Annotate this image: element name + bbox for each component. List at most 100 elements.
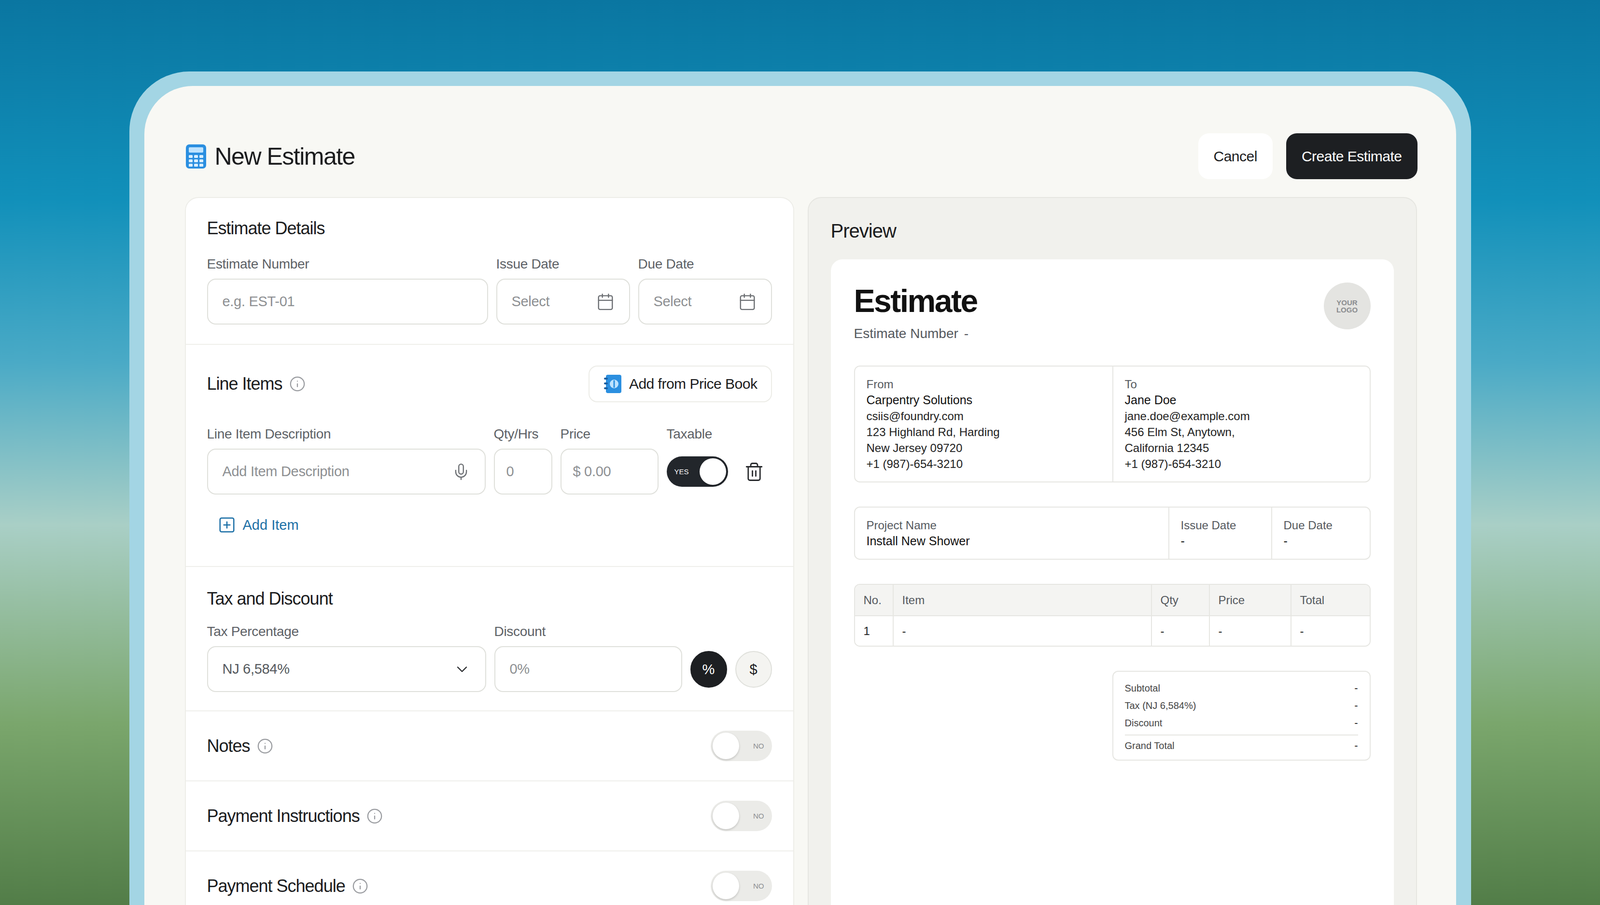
- header-cell: Price: [1208, 584, 1291, 616]
- total-value: -: [1354, 716, 1358, 730]
- column-label: Price: [560, 426, 659, 442]
- tax-select[interactable]: NJ 6,584%: [207, 645, 487, 692]
- section-title: Notes: [207, 735, 274, 757]
- taxable-toggle[interactable]: YES: [666, 456, 729, 487]
- totals-box: Subtotal-Tax (NJ 6,584%)-Discount-Grand …: [1112, 670, 1371, 761]
- total-row: Discount-: [1124, 714, 1359, 732]
- tax-discount-section: Tax and Discount Tax Percentage NJ 6,584% D…: [185, 566, 794, 712]
- total-row: Grand Total-: [1124, 734, 1359, 752]
- total-value: -: [1354, 739, 1358, 752]
- chevron-down-icon: [453, 660, 471, 678]
- meta-value: Install New Shower: [866, 533, 1157, 549]
- placeholder: 0%: [509, 660, 530, 677]
- field-label: Estimate Number: [207, 256, 489, 272]
- total-value: -: [1354, 681, 1358, 695]
- party-cell: FromCarpentry Solutionscsiis@foundry.com…: [855, 366, 1113, 482]
- items-table: No.ItemQtyPriceTotal1----: [854, 583, 1371, 647]
- calendar-icon: [738, 292, 757, 311]
- toggle-label: NO: [753, 741, 765, 750]
- table-cell: -: [892, 616, 1151, 646]
- party-label: To: [1124, 376, 1359, 393]
- party-line: California 12345: [1124, 439, 1359, 456]
- section-title: Payment Instructions: [207, 805, 383, 827]
- meta-label: Issue Date: [1180, 517, 1260, 534]
- toggle-knob: [712, 732, 740, 759]
- preview-title: Preview: [830, 220, 1394, 242]
- toggle-label: NO: [753, 881, 765, 890]
- placeholder: 0: [506, 463, 515, 480]
- placeholder: e.g. EST-01: [222, 293, 295, 310]
- header-cell: Qty: [1150, 584, 1209, 616]
- plus-icon: [217, 515, 237, 534]
- text-input[interactable]: e.g. EST-01: [207, 278, 489, 325]
- meta-value: -: [1283, 533, 1359, 549]
- party-line: 456 Elm St, Anytown,: [1124, 423, 1359, 440]
- qty-input[interactable]: 0: [493, 448, 553, 495]
- estimate-card: New Estimate Cancel Create Estimate Estimat…: [144, 85, 1457, 905]
- discount-unit-button[interactable]: $: [735, 650, 772, 688]
- info-icon[interactable]: [289, 375, 306, 393]
- price-book-button[interactable]: Add from Price Book: [588, 365, 772, 403]
- section-toggle[interactable]: NO: [710, 800, 772, 831]
- cancel-button[interactable]: Cancel: [1198, 133, 1273, 180]
- header-cell: Item: [892, 584, 1151, 616]
- form-field: Discount 0%: [494, 623, 683, 692]
- header-cell: No.: [855, 584, 893, 616]
- info-icon[interactable]: [366, 807, 383, 825]
- title: New Estimate: [184, 142, 355, 171]
- table-row: 1----: [855, 615, 1370, 646]
- logo-placeholder[interactable]: YOUR LOGO: [1323, 282, 1371, 330]
- column-label: Taxable: [666, 426, 729, 442]
- line-items-section: Line Items Add from Price Book Line Item D…: [185, 344, 794, 567]
- table-cell: 1: [855, 616, 893, 646]
- field-label: Due Date: [638, 256, 772, 272]
- date-picker[interactable]: Select: [496, 278, 631, 325]
- section-title: Tax and Discount: [207, 588, 333, 609]
- table-cell: -: [1208, 616, 1291, 646]
- document-heading: Estimate: [854, 282, 978, 320]
- table-cell: -: [1290, 616, 1370, 646]
- logo-text: YOUR LOGO: [1333, 298, 1361, 314]
- trash-icon[interactable]: [743, 461, 765, 482]
- main: Estimate DetailsEstimate Numbere.g. EST-…: [184, 196, 1418, 905]
- discount-input[interactable]: 0%: [494, 645, 683, 692]
- party-label: From: [866, 376, 1101, 393]
- total-row: Tax (NJ 6,584%)-: [1124, 696, 1359, 715]
- info-icon[interactable]: [256, 737, 274, 755]
- toggle-section: Payment Schedule NO: [185, 851, 794, 905]
- toggle-knob: [712, 802, 740, 829]
- create-button[interactable]: Create Estimate: [1286, 133, 1418, 180]
- date-picker[interactable]: Select: [638, 278, 772, 325]
- section-toggle[interactable]: NO: [710, 730, 772, 761]
- section-toggle[interactable]: NO: [710, 870, 772, 901]
- section-header: Line Items Add from Price Book: [207, 365, 772, 403]
- description-input[interactable]: Add Item Description: [207, 448, 486, 495]
- add-item-button[interactable]: Add Item: [217, 515, 299, 534]
- section-title: Payment Schedule: [207, 875, 369, 897]
- placeholder: Select: [653, 293, 692, 310]
- microphone-icon[interactable]: [451, 462, 471, 481]
- field-label: Issue Date: [496, 256, 631, 272]
- section-header: Payment Schedule NO: [207, 870, 772, 901]
- select-value: NJ 6,584%: [222, 660, 290, 677]
- section-header: Tax and Discount: [207, 588, 772, 610]
- price-input[interactable]: $ 0.00: [560, 448, 659, 495]
- form-panel: Estimate DetailsEstimate Numbere.g. EST-…: [184, 196, 795, 905]
- page-title: New Estimate: [214, 142, 355, 171]
- field-label: Tax Percentage: [207, 623, 487, 640]
- party-line: 123 Highland Rd, Harding: [866, 423, 1101, 440]
- section-title: Line Items: [207, 373, 306, 394]
- field-label: Discount: [494, 623, 683, 640]
- toggle-label: NO: [753, 811, 765, 820]
- document-header: Estimate Estimate Number- YOUR LOGO: [854, 282, 1371, 342]
- table-header: No.ItemQtyPriceTotal: [855, 584, 1370, 616]
- meta-cell: Due Date-: [1271, 507, 1370, 559]
- info-icon[interactable]: [351, 877, 369, 895]
- form-field: Tax Percentage NJ 6,584%: [207, 623, 487, 692]
- discount-unit-button[interactable]: %: [690, 650, 728, 688]
- party-line: csiis@foundry.com: [866, 407, 1101, 424]
- meta-label: Project Name: [866, 517, 1157, 534]
- estimate-number: Estimate Number-: [854, 325, 978, 342]
- table-cell: -: [1150, 616, 1209, 646]
- column-label: Line Item Description: [207, 426, 486, 442]
